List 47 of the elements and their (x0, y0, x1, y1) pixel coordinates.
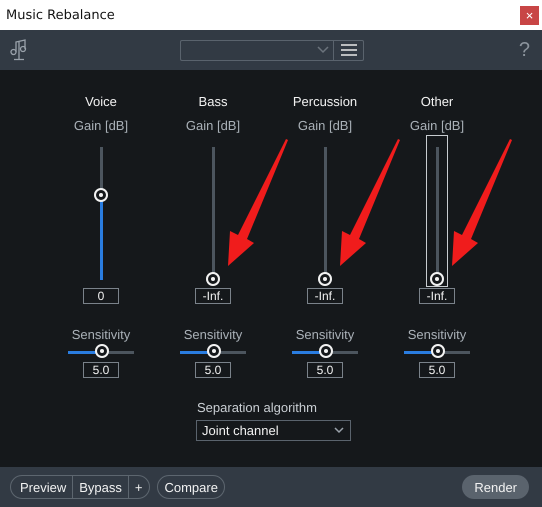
gain-label: Gain [dB] (186, 118, 240, 134)
channel-name: Percussion (292, 94, 358, 110)
footer-button[interactable]: Preview (11, 476, 72, 498)
sensitivity-slider[interactable] (292, 345, 358, 359)
gain-label: Gain [dB] (74, 118, 128, 134)
channel-name: Voice (85, 94, 117, 110)
sensitivity-slider[interactable] (180, 345, 246, 359)
sensitivity-label: Sensitivity (72, 327, 130, 342)
sensitivity-value-field[interactable]: 5.0 (419, 362, 455, 378)
close-button[interactable]: × (520, 6, 539, 24)
help-button[interactable]: ? (516, 38, 532, 62)
render-button[interactable]: Render (462, 475, 529, 499)
slider-thumb[interactable] (206, 272, 220, 286)
sensitivity-label: Sensitivity (184, 327, 242, 342)
slider-thumb[interactable] (94, 188, 108, 202)
slider-thumb[interactable] (319, 344, 333, 358)
slider-thumb[interactable] (430, 272, 444, 286)
channel-name: Bass (198, 94, 228, 110)
sensitivity-value-field[interactable]: 5.0 (195, 362, 231, 378)
gain-label: Gain [dB] (410, 118, 464, 134)
sensitivity-label: Sensitivity (408, 327, 466, 342)
menu-button[interactable] (333, 40, 364, 60)
slider-thumb[interactable] (207, 344, 221, 358)
gain-value-field[interactable]: -Inf. (307, 288, 343, 304)
gain-value-field[interactable]: -Inf. (195, 288, 231, 304)
sensitivity-slider[interactable] (68, 345, 134, 359)
music-note-icon[interactable] (10, 39, 28, 61)
chevron-down-icon (317, 46, 329, 54)
menu-icon (340, 44, 356, 56)
footer-button[interactable]: Bypass (72, 476, 128, 498)
gain-label: Gain [dB] (298, 118, 352, 134)
slider-thumb[interactable] (318, 272, 332, 286)
chevron-down-icon (334, 427, 344, 434)
sensitivity-value-field[interactable]: 5.0 (307, 362, 343, 378)
algorithm-dropdown[interactable]: Joint channel (196, 420, 351, 441)
slider-thumb[interactable] (95, 344, 109, 358)
sensitivity-value-field[interactable]: 5.0 (83, 362, 119, 378)
add-button[interactable]: + (128, 476, 150, 498)
compare-button[interactable]: Compare (157, 475, 225, 499)
sensitivity-slider[interactable] (404, 345, 470, 359)
sensitivity-label: Sensitivity (296, 327, 354, 342)
channel-name: Other (420, 94, 454, 110)
algorithm-label: Separation algorithm (197, 400, 318, 415)
gain-value-field[interactable]: -Inf. (419, 288, 455, 304)
slider-thumb[interactable] (431, 344, 445, 358)
window-title: Music Rebalance (6, 8, 115, 22)
gain-value-field[interactable]: 0 (83, 288, 119, 304)
